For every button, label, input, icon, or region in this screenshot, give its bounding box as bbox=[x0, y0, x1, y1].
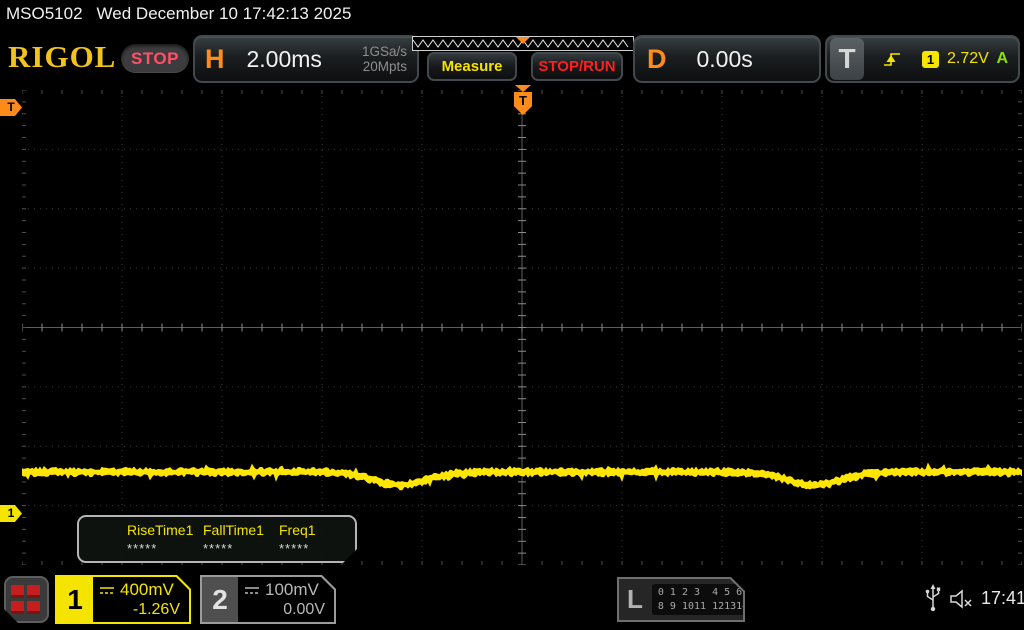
trigger-label: T bbox=[830, 38, 864, 80]
speaker-muted-icon[interactable] bbox=[948, 588, 976, 610]
menu-grid-button[interactable] bbox=[4, 576, 49, 623]
measure-button[interactable]: Measure bbox=[427, 52, 517, 81]
memory-depth: 20Mpts bbox=[363, 59, 407, 74]
clock: 17:41 bbox=[981, 588, 1024, 609]
measurement-value: ***** bbox=[127, 541, 203, 556]
acquisition-info: 1GSa/s 20Mpts bbox=[362, 44, 407, 74]
channel1-offset: -1.26V bbox=[133, 601, 180, 619]
digital-channels-row1: 0 1 2 3 4 5 6 7 bbox=[658, 586, 760, 600]
timebase-value: 2.00ms bbox=[247, 46, 322, 73]
waveform-display[interactable] bbox=[22, 90, 1022, 565]
measurement-panel[interactable]: RiseTime1 ***** FallTime1 ***** Freq1 **… bbox=[77, 515, 357, 563]
sample-rate: 1GSa/s bbox=[362, 44, 407, 59]
measurement-value: ***** bbox=[279, 541, 355, 556]
digital-channels: 0 1 2 3 4 5 6 7 8 9 1011 12131415 bbox=[652, 584, 766, 615]
horizontal-panel[interactable]: H 2.00ms 1GSa/s 20Mpts bbox=[193, 35, 419, 83]
measurement-value: ***** bbox=[203, 541, 279, 556]
trigger-panel[interactable]: T 1 2.72V A bbox=[825, 35, 1020, 83]
channel1-badge[interactable]: 1 400mV -1.26V bbox=[55, 575, 191, 624]
trigger-position-arrow-icon[interactable] bbox=[515, 85, 531, 92]
memory-position-marker[interactable] bbox=[516, 37, 530, 44]
horizontal-label: H bbox=[205, 44, 225, 75]
dc-coupling-icon bbox=[99, 586, 115, 595]
measurement-freq: Freq1 ***** bbox=[279, 522, 355, 556]
measurement-risetime: RiseTime1 ***** bbox=[127, 522, 203, 556]
delay-value: 0.00s bbox=[697, 46, 753, 73]
channel1-number: 1 bbox=[57, 577, 93, 622]
logic-analyzer-badge[interactable]: L 0 1 2 3 4 5 6 7 8 9 1011 12131415 bbox=[617, 577, 745, 622]
rising-edge-icon bbox=[882, 50, 902, 68]
trigger-level-marker[interactable]: T bbox=[0, 99, 22, 116]
titlebar: MSO5102 Wed December 10 17:42:13 2025 bbox=[6, 4, 365, 24]
measurement-falltime: FallTime1 ***** bbox=[203, 522, 279, 556]
measurement-name: RiseTime1 bbox=[127, 522, 203, 538]
oscilloscope-screen: MSO5102 Wed December 10 17:42:13 2025 RIG… bbox=[0, 0, 1024, 630]
model-name: MSO5102 bbox=[6, 4, 83, 23]
run-state-badge[interactable]: STOP bbox=[121, 44, 189, 73]
channel2-offset: 0.00V bbox=[283, 601, 325, 619]
dc-coupling-icon bbox=[244, 586, 260, 595]
grid-icon bbox=[10, 584, 44, 616]
channel2-scale: 100mV bbox=[265, 580, 319, 600]
rigol-logo: RIGOL bbox=[8, 39, 116, 75]
channel2-number: 2 bbox=[202, 577, 238, 622]
logic-analyzer-label: L bbox=[619, 584, 652, 615]
trigger-mode: A bbox=[996, 50, 1008, 68]
usb-icon bbox=[925, 584, 941, 612]
datetime: Wed December 10 17:42:13 2025 bbox=[97, 4, 352, 23]
stop-run-button[interactable]: STOP/RUN bbox=[531, 52, 623, 81]
measurement-name: Freq1 bbox=[279, 522, 355, 538]
digital-channels-row2: 8 9 1011 12131415 bbox=[658, 600, 760, 614]
trigger-source-badge: 1 bbox=[922, 51, 939, 68]
delay-panel[interactable]: D 0.00s bbox=[633, 35, 821, 83]
delay-label: D bbox=[647, 44, 667, 75]
channel1-scale: 400mV bbox=[120, 580, 174, 600]
channel2-badge[interactable]: 2 100mV 0.00V bbox=[200, 575, 336, 624]
channel1-ground-marker[interactable]: 1 bbox=[0, 505, 22, 522]
graticule bbox=[22, 90, 1022, 565]
trigger-level-value: 2.72V bbox=[947, 50, 989, 68]
measurement-name: FallTime1 bbox=[203, 522, 279, 538]
